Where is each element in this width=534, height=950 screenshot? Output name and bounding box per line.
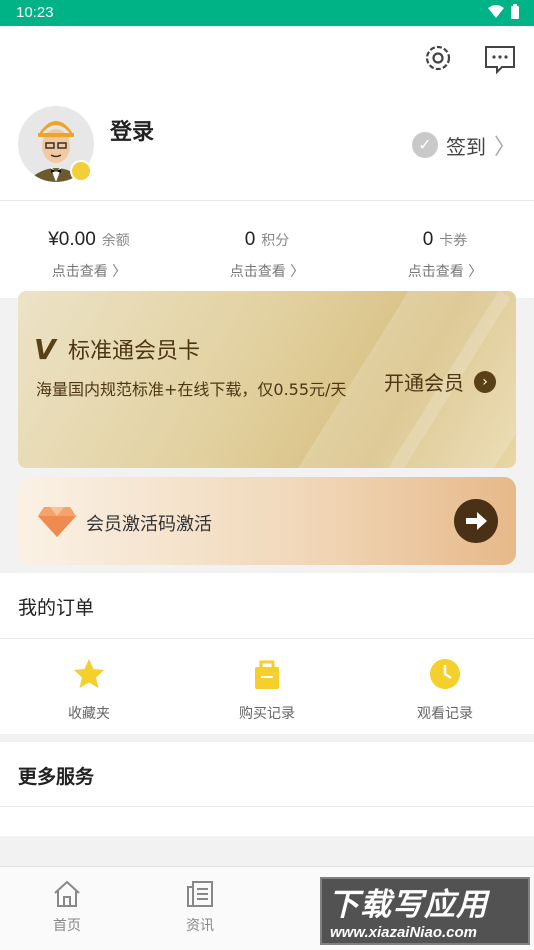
- vip-badge-icon: [70, 160, 92, 182]
- check-icon: ✓: [411, 132, 438, 158]
- vip-card-description: 海量国内规范标准+在线下载，仅0.55元/天: [36, 380, 347, 399]
- activation-label: 会员激活码激活: [86, 514, 212, 535]
- vip-membership-card[interactable]: V 标准通会员卡 海量国内规范标准+在线下载，仅0.55元/天 开通会员 ›: [18, 291, 516, 468]
- clock-icon: [430, 659, 460, 689]
- checkin-label: 签到: [445, 134, 486, 159]
- status-icons: [488, 4, 520, 20]
- points-view-link[interactable]: 点击查看 〉: [178, 261, 356, 281]
- chevron-right-icon: ›: [474, 370, 496, 393]
- points-stat[interactable]: 0 积分 点击查看 〉: [178, 201, 356, 281]
- view-history-label: 观看记录: [417, 706, 473, 722]
- watermark-title: 下载写应用: [328, 887, 488, 923]
- section-title: 更多服务: [18, 766, 95, 788]
- profile-header: 登录 ✓ 签到 〉: [0, 26, 534, 200]
- balance-value: ¥0.00: [48, 229, 96, 250]
- star-icon: [74, 659, 104, 688]
- balance-view-link[interactable]: 点击查看 〉: [0, 261, 178, 281]
- divider: [0, 638, 534, 639]
- favorites-shortcut[interactable]: 收藏夹: [0, 657, 178, 723]
- bag-icon: [255, 660, 279, 689]
- message-icon[interactable]: [482, 40, 518, 76]
- vip-card-title: 标准通会员卡: [68, 339, 201, 364]
- watermark-url: www.xiazaiNiao.com: [330, 924, 477, 941]
- balance-stat[interactable]: ¥0.00 余额 点击查看 〉: [0, 201, 178, 281]
- view-history-shortcut[interactable]: 观看记录: [356, 657, 534, 723]
- purchase-history-shortcut[interactable]: 购买记录: [178, 657, 356, 723]
- account-stats: ¥0.00 余额 点击查看 〉 0 积分 点击查看 〉 0 卡券 点击查看 〉: [0, 200, 534, 298]
- chevron-right-icon: 〉: [493, 135, 516, 160]
- coupons-view-link[interactable]: 点击查看 〉: [356, 261, 534, 281]
- my-orders-section: 我的订单 收藏夹 购买记录 观看记录: [0, 573, 534, 734]
- login-label[interactable]: 登录: [110, 114, 154, 146]
- battery-icon: [511, 4, 519, 19]
- points-value: 0: [244, 229, 256, 250]
- tab-news[interactable]: 资讯: [150, 879, 250, 935]
- balance-unit: 余额: [101, 232, 130, 248]
- purchase-history-label: 购买记录: [239, 706, 295, 722]
- status-time: 10:23: [16, 4, 54, 21]
- arrow-right-icon[interactable]: [454, 499, 498, 543]
- status-bar: 10:23: [0, 0, 534, 26]
- divider: [0, 806, 534, 807]
- watermark-logo: 下载写应用 www.xiazaiNiao.com: [320, 877, 530, 945]
- diamond-icon: [38, 507, 76, 537]
- open-membership-button[interactable]: 开通会员 ›: [384, 367, 496, 396]
- more-services-section: 更多服务: [0, 742, 534, 836]
- coupons-value: 0: [422, 229, 434, 250]
- open-membership-label: 开通会员: [384, 371, 464, 395]
- coupons-unit: 卡券: [439, 232, 468, 248]
- coupons-stat[interactable]: 0 卡券 点击查看 〉: [356, 201, 534, 281]
- checkin-button[interactable]: ✓ 签到 〉: [411, 129, 516, 161]
- points-unit: 积分: [261, 232, 290, 248]
- home-icon: [54, 880, 80, 907]
- section-title: 我的订单: [18, 597, 95, 619]
- activation-code-banner[interactable]: 会员激活码激活: [18, 477, 516, 565]
- vip-v-logo: V: [34, 333, 56, 366]
- favorites-label: 收藏夹: [68, 706, 110, 722]
- tab-home[interactable]: 首页: [17, 879, 117, 935]
- tab-news-label: 资讯: [186, 918, 214, 934]
- gear-icon[interactable]: [420, 40, 456, 76]
- news-icon: [187, 881, 213, 907]
- tab-home-label: 首页: [53, 918, 81, 934]
- wifi-icon: [488, 5, 504, 18]
